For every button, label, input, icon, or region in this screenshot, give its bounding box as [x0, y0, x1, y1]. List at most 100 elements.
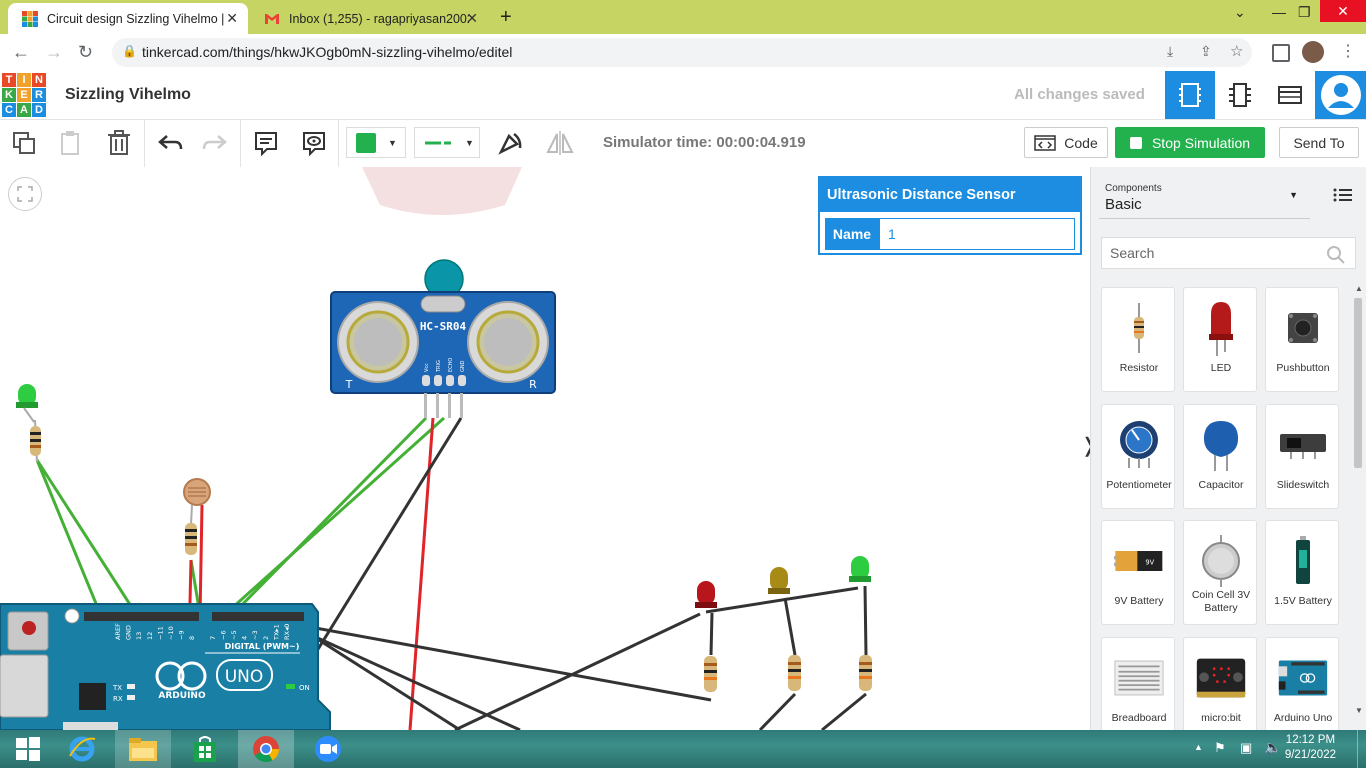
component-1-5v-battery[interactable]: 1.5V Battery [1265, 520, 1339, 625]
tray-expand-icon[interactable]: ▲ [1194, 742, 1203, 752]
tab-search-icon[interactable]: ⌄ [1234, 4, 1246, 21]
new-tab-icon[interactable]: + [500, 6, 512, 29]
component-resistor[interactable]: Resistor [1101, 287, 1175, 392]
flip-icon[interactable] [545, 128, 575, 158]
file-explorer-button[interactable] [115, 730, 171, 768]
component-slideswitch[interactable]: Slideswitch [1265, 404, 1339, 509]
undo-icon[interactable] [155, 128, 185, 158]
list-view-icon[interactable] [1333, 187, 1353, 208]
scrollbar-thumb[interactable] [1354, 298, 1362, 468]
board-pin-label: ~9 [178, 630, 186, 640]
restore-icon[interactable]: ❐ [1298, 4, 1311, 21]
show-desktop-button[interactable] [1357, 730, 1366, 768]
network-icon[interactable]: ▣ [1240, 740, 1252, 756]
component-microbit[interactable]: micro:bit [1183, 637, 1257, 730]
photoresistor[interactable] [183, 478, 211, 526]
close-tab-icon[interactable]: ✕ [466, 10, 478, 27]
omnibox[interactable]: 🔒 tinkercad.com/things/hkwJKOgb0mN-sizzl… [112, 38, 1252, 67]
ultrasonic-sensor[interactable]: HC-SR04 T R Vcc TRIG ECHO GND [330, 259, 556, 418]
led-green-right[interactable] [849, 556, 871, 582]
components-panel: ▼ Components Basic Search Resistor LED P… [1090, 167, 1366, 730]
led-green-left[interactable] [16, 384, 38, 423]
component-list-button[interactable] [1265, 71, 1315, 119]
resistor-red-led[interactable] [704, 656, 717, 692]
note-icon[interactable] [251, 128, 281, 158]
code-button[interactable]: Code [1024, 127, 1108, 158]
user-avatar-button[interactable] [1315, 71, 1366, 119]
rotate-icon[interactable] [496, 128, 526, 158]
resistor-yellow-led[interactable] [788, 655, 801, 691]
wire-green [228, 416, 428, 619]
share-icon[interactable]: ⇪ [1200, 43, 1212, 60]
stop-label: Stop Simulation [1151, 134, 1251, 151]
led-red[interactable] [695, 581, 717, 608]
inspector-title: Ultrasonic Distance Sensor [820, 178, 1080, 212]
schematic-view-button[interactable] [1215, 71, 1265, 119]
tab-gmail[interactable]: Inbox (1,255) - ragapriyasan2002 ✕ [250, 3, 488, 34]
bookmark-star-icon[interactable]: ☆ [1230, 42, 1243, 60]
delete-icon[interactable] [104, 128, 134, 158]
component-coin-cell[interactable]: Coin Cell 3V Battery [1183, 520, 1257, 625]
wire-style-icon [425, 141, 451, 144]
system-clock[interactable]: 12:12 PM 9/21/2022 [1285, 733, 1336, 763]
component-potentiometer[interactable]: Potentiometer [1101, 404, 1175, 509]
forward-icon[interactable]: → [45, 42, 63, 63]
redo-icon[interactable] [200, 128, 230, 158]
aa-battery-icon [1278, 531, 1328, 591]
search-input[interactable]: Search [1101, 237, 1356, 269]
board-pin-label: TX▸1 [272, 624, 280, 641]
lock-icon: 🔒 [122, 44, 137, 58]
design-title[interactable]: Sizzling Vihelmo [65, 86, 191, 104]
wire-type-picker[interactable]: ▼ [414, 127, 480, 158]
toggle-notes-icon[interactable] [299, 128, 329, 158]
resistor-photo[interactable] [185, 523, 197, 555]
url-text[interactable]: tinkercad.com/things/hkwJKOgb0mN-sizzlin… [142, 44, 512, 60]
component-9v-battery[interactable]: 9V 9V Battery [1101, 520, 1175, 625]
arduino-uno-board[interactable]: DIGITAL (PWM~) UNO ARDUINO TX RX ON [0, 603, 331, 730]
minimize-icon[interactable]: — [1272, 4, 1286, 20]
close-tab-icon[interactable]: ✕ [226, 10, 238, 27]
circuit-view-button[interactable] [1165, 71, 1215, 119]
stop-simulation-button[interactable]: Stop Simulation [1115, 127, 1265, 158]
scroll-up-icon[interactable]: ▲ [1355, 284, 1363, 293]
profile-avatar[interactable] [1302, 41, 1324, 63]
resistor-left[interactable] [30, 419, 41, 463]
breadboard-small-icon [1114, 648, 1164, 708]
component-capacitor[interactable]: Capacitor [1183, 404, 1257, 509]
store-button[interactable] [177, 730, 233, 768]
copy-icon[interactable] [9, 128, 39, 158]
resistor-green-led[interactable] [859, 655, 872, 691]
digital-label: DIGITAL (PWM~) [225, 642, 300, 651]
volume-icon[interactable]: 🔈 [1264, 739, 1281, 756]
tinkercad-logo[interactable]: T I N K E R C A D [2, 73, 46, 117]
send-to-button[interactable]: Send To [1279, 127, 1359, 158]
search-icon [1327, 246, 1345, 264]
card-label: 1.5V Battery [1274, 595, 1332, 607]
component-led[interactable]: LED [1183, 287, 1257, 392]
folder-icon [129, 738, 157, 761]
component-breadboard[interactable]: Breadboard [1101, 637, 1175, 730]
back-icon[interactable]: ← [12, 42, 30, 63]
component-arduino-uno[interactable]: Arduino Uno [1265, 637, 1339, 730]
menu-kebab-icon[interactable]: ⋮ [1340, 41, 1356, 61]
paste-icon[interactable] [56, 128, 86, 158]
components-label: Components [1105, 183, 1162, 194]
scroll-down-icon[interactable]: ▼ [1355, 706, 1363, 715]
start-button[interactable] [0, 730, 56, 768]
panel-scrollbar[interactable]: ▲ ▼ [1352, 284, 1364, 720]
name-field[interactable]: 1 [879, 218, 1075, 250]
internet-explorer-button[interactable] [54, 730, 110, 768]
side-panel-icon[interactable] [1272, 44, 1290, 62]
reload-icon[interactable]: ↻ [78, 42, 93, 63]
download-icon[interactable]: ⤓ [1167, 43, 1173, 60]
led-yellow[interactable] [768, 567, 790, 594]
color-picker[interactable]: ▼ [346, 127, 406, 158]
zoom-app-button[interactable] [300, 730, 356, 768]
tab-tinkercad[interactable]: Circuit design Sizzling Vihelmo | T ✕ [8, 3, 248, 34]
action-center-icon[interactable]: ⚑ [1214, 740, 1226, 756]
window-close-icon[interactable]: ✕ [1320, 0, 1366, 22]
chrome-button[interactable] [238, 730, 294, 768]
windows-taskbar: ▲ ⚑ ▣ 🔈 12:12 PM 9/21/2022 [0, 730, 1366, 768]
component-pushbutton[interactable]: Pushbutton [1265, 287, 1339, 392]
zoom-to-fit-button[interactable] [8, 177, 42, 211]
